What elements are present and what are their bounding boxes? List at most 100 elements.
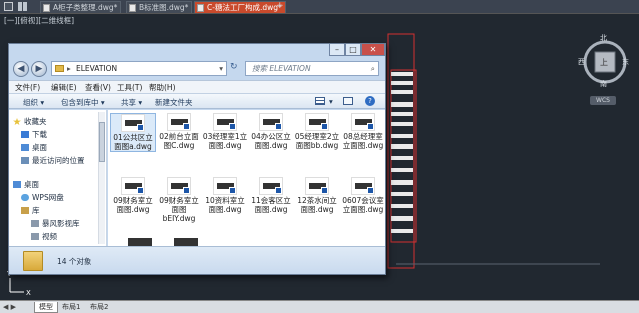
chevron-down-icon[interactable]: ▾	[219, 62, 223, 75]
dwg-thumbnail-icon	[305, 177, 329, 195]
file-item[interactable]: 05经理室2立面图bb.dwg	[294, 113, 340, 150]
window-controls: – □ ✕	[329, 44, 385, 57]
menu-edit[interactable]: 编辑(E)	[51, 82, 77, 93]
dwg-thumbnail-icon	[167, 177, 191, 195]
preview-pane-icon[interactable]	[343, 97, 353, 105]
file-item[interactable]: 10资料室立面图.dwg	[202, 177, 248, 214]
file-tab-3[interactable]: C-糖法工厂构成.dwg*	[194, 1, 286, 13]
scroll-tabs-icon[interactable]: ◀ ▶	[3, 303, 16, 311]
ucs-icon	[9, 278, 24, 293]
dwg-file-icon	[129, 4, 136, 12]
back-button[interactable]: ◀	[13, 61, 29, 77]
recent-places-icon	[21, 157, 29, 164]
organize-button[interactable]: 组织 ▾	[23, 97, 44, 108]
grid-icon[interactable]	[18, 2, 27, 11]
view-chevron-down-icon[interactable]: ▾	[329, 97, 333, 106]
dwg-thumbnail-icon	[351, 177, 375, 195]
file-item[interactable]: 11会客区立面图.dwg	[248, 177, 294, 214]
command-bar: 组织 ▾ 包含到库中 ▾ 共享 ▾ 新建文件夹 ▾ ?	[9, 93, 385, 109]
file-item-partial[interactable]	[128, 238, 152, 246]
share-button[interactable]: 共享 ▾	[121, 97, 142, 108]
view-options-icon[interactable]	[315, 97, 325, 105]
menu-bar: 文件(F) 编辑(E) 查看(V) 工具(T) 帮助(H)	[9, 80, 385, 93]
video-folder-icon	[31, 220, 39, 227]
file-tab-2[interactable]: B标准图.dwg*	[126, 1, 193, 13]
dwg-thumbnail-icon	[259, 113, 283, 131]
add-tab-icon[interactable]: +	[276, 1, 284, 11]
file-item[interactable]: 0607会议室立面图.dwg	[340, 177, 386, 214]
maximize-button[interactable]: □	[345, 44, 361, 56]
search-icon[interactable]: ⌕	[371, 62, 375, 75]
cad-file-tabbar: A柜子类整理.dwg* B标准图.dwg* C-糖法工厂构成.dwg* +	[0, 0, 639, 14]
nav-downloads[interactable]: 下载	[21, 129, 47, 140]
search-input[interactable]: 搜索 ELEVATION ⌕	[245, 61, 379, 76]
nav-wps-cloud[interactable]: WPS网盘	[21, 192, 64, 203]
elevation-blocks	[391, 72, 413, 233]
nav-recent[interactable]: 最近访问的位置	[21, 155, 85, 166]
library-icon	[21, 207, 29, 214]
compass-east[interactable]: 东	[622, 57, 629, 67]
layout-tab-2[interactable]: 布局2	[86, 302, 112, 313]
file-item[interactable]: 02前台立面图C.dwg	[156, 113, 202, 150]
nav-scrollbar[interactable]	[98, 112, 105, 244]
refresh-button[interactable]: ↻	[230, 62, 242, 75]
file-item[interactable]: 04办公区立面图.dwg	[248, 113, 294, 150]
forward-button[interactable]: ▶	[31, 61, 47, 77]
nav-video[interactable]: 视频	[31, 231, 57, 242]
dwg-file-icon	[197, 4, 204, 12]
nav-desktop-fav[interactable]: 桌面	[21, 142, 47, 153]
viewcube-top-label[interactable]: 上	[600, 57, 608, 68]
desktop-icon	[13, 181, 21, 188]
menu-view[interactable]: 查看(V)	[85, 82, 111, 93]
compass-north[interactable]: 北	[600, 33, 607, 43]
menu-help[interactable]: 帮助(H)	[149, 82, 176, 93]
app-menu-icon[interactable]	[4, 2, 13, 11]
desktop-icon	[21, 144, 29, 151]
cloud-icon	[21, 194, 29, 201]
layout-tab-model[interactable]: 模型	[34, 302, 58, 313]
layout-tab-1[interactable]: 布局1	[58, 302, 84, 313]
folder-large-icon	[23, 251, 43, 271]
wcs-menu[interactable]: WCS	[590, 96, 616, 105]
help-icon[interactable]: ?	[365, 96, 375, 106]
include-in-library-button[interactable]: 包含到库中 ▾	[61, 97, 105, 108]
dwg-thumbnail-icon	[213, 113, 237, 131]
dwg-thumbnail-icon	[213, 177, 237, 195]
scrollbar-thumb[interactable]	[99, 122, 105, 162]
new-folder-button[interactable]: 新建文件夹	[155, 97, 193, 108]
close-button[interactable]: ✕	[361, 44, 385, 56]
nav-favorites[interactable]: 收藏夹	[13, 116, 47, 127]
menu-file[interactable]: 文件(F)	[15, 82, 40, 93]
file-item[interactable]: 12茶水间立面图.dwg	[294, 177, 340, 214]
menu-tools[interactable]: 工具(T)	[117, 82, 142, 93]
address-row: ◀ ▶ ▸ ELEVATION ▾ ↻ 搜索 ELEVATION ⌕	[13, 60, 381, 78]
dwg-thumbnail-icon	[305, 113, 329, 131]
file-list: 01公共区立面图a.dwg 02前台立面图C.dwg 03经理室1立面图.dwg…	[108, 110, 385, 246]
nav-storm-video[interactable]: 暴风影视库	[31, 218, 80, 229]
file-item-partial[interactable]	[174, 238, 198, 246]
address-bar[interactable]: ▸ ELEVATION ▾	[51, 61, 227, 76]
file-item[interactable]: 09财务室立面图.dwg	[110, 177, 156, 214]
file-item[interactable]: 01公共区立面图a.dwg	[110, 113, 156, 152]
details-pane: 14 个对象	[9, 246, 385, 274]
file-item[interactable]: 03经理室1立面图.dwg	[202, 113, 248, 150]
file-tab-1[interactable]: A柜子类整理.dwg*	[40, 1, 122, 13]
compass-west[interactable]: 西	[578, 57, 585, 67]
svg-text:X: X	[26, 289, 31, 297]
dwg-thumbnail-icon	[167, 113, 191, 131]
compass-south[interactable]: 南	[600, 79, 607, 89]
dwg-thumbnail-icon	[121, 114, 145, 132]
minimize-button[interactable]: –	[329, 44, 345, 56]
address-segment[interactable]: ELEVATION	[76, 64, 117, 73]
star-icon	[13, 118, 21, 125]
navigation-pane: 收藏夹 下载 桌面 最近访问的位置 桌面 WPS网盘 库 暴风影视库 视频	[9, 110, 107, 246]
dwg-file-icon	[43, 4, 50, 12]
item-count: 14 个对象	[57, 257, 92, 266]
folder-icon	[55, 65, 64, 72]
chevron-right-icon[interactable]: ▸	[67, 62, 71, 75]
file-item[interactable]: 09财务室立面图bEIY.dwg	[156, 177, 202, 223]
file-item[interactable]: 08总经理室立面图.dwg	[340, 113, 386, 150]
nav-desktop[interactable]: 桌面	[13, 179, 39, 190]
nav-library[interactable]: 库	[21, 205, 40, 216]
download-folder-icon	[21, 131, 29, 138]
